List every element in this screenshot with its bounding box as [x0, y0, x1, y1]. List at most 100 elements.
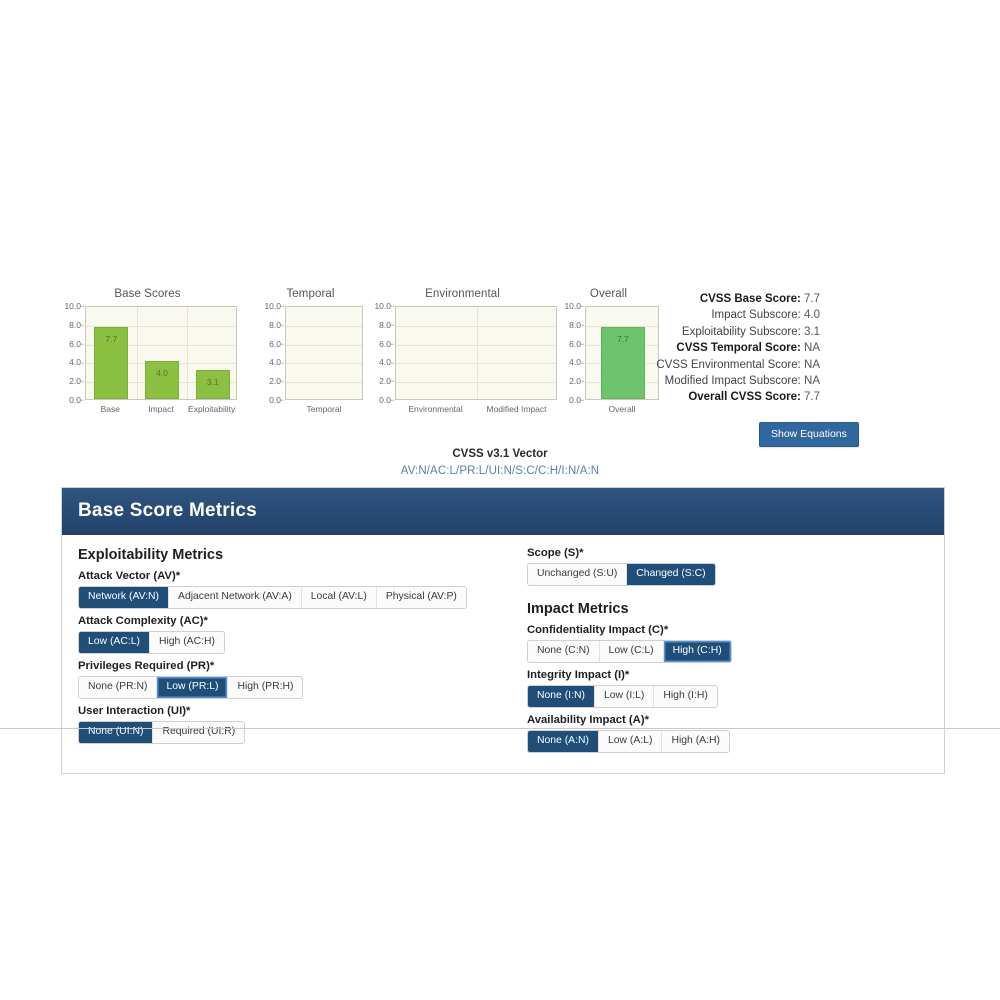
- metric-option-required-ui-r[interactable]: Required (UI:R): [153, 721, 245, 743]
- y-tick-label: 6.0: [569, 339, 584, 348]
- metric-option-none-i-n[interactable]: None (I:N): [528, 685, 595, 707]
- panel-header: Base Score Metrics: [62, 488, 944, 535]
- metric-option-adjacent-network-av-a[interactable]: Adjacent Network (AV:A): [169, 587, 302, 608]
- y-tick-label: 2.0: [269, 377, 284, 386]
- score-value: NA: [800, 375, 820, 388]
- score-row: Overall CVSS Score: 7.7: [640, 389, 820, 405]
- metric-label: Attack Vector (AV)*: [78, 570, 181, 582]
- gridline: [396, 363, 556, 365]
- vertical-gridline: [477, 307, 478, 399]
- y-tick-mark: [281, 362, 284, 364]
- metric-option-none-c-n[interactable]: None (C:N): [528, 640, 600, 662]
- y-tick-mark: [281, 343, 284, 345]
- metric-option-group: None (PR:N) Low (PR:L) High (PR:H): [78, 675, 304, 699]
- metric-option-none-a-n[interactable]: None (A:N): [528, 730, 599, 752]
- gridline: [396, 344, 556, 346]
- score-label: Impact Subscore:: [711, 309, 801, 322]
- metric-option-group: None (UI:N) Required (UI:R): [78, 720, 246, 744]
- y-tick-label: 8.0: [69, 321, 84, 330]
- y-tick-label: 6.0: [379, 339, 394, 348]
- score-label: CVSS Base Score:: [699, 293, 801, 305]
- y-tick-label: 8.0: [379, 321, 394, 330]
- score-value: NA: [800, 358, 820, 371]
- score-label: Overall CVSS Score:: [688, 391, 801, 404]
- metric-label: Availability Impact (A)*: [527, 713, 649, 726]
- metric-option-low-a-l[interactable]: Low (A:L): [598, 730, 663, 752]
- score-value: 4.0: [800, 309, 820, 322]
- score-label: CVSS Environmental Score:: [656, 358, 801, 371]
- y-tick-mark: [581, 324, 584, 326]
- gridline: [286, 382, 362, 384]
- x-tick-label: Base: [100, 404, 121, 414]
- y-tick-mark: [281, 324, 284, 326]
- chart-base-scores: Base Scores 10.0 8.0 6.0 4.0 2.0 0.0 7.7 4.0 3.1 B…: [58, 288, 237, 414]
- y-tick-label: 8.0: [269, 321, 284, 330]
- y-tick-label: 10.0: [264, 302, 284, 311]
- metric-option-low-i-l[interactable]: Low (I:L): [594, 685, 655, 707]
- x-tick-label: Exploitability: [188, 404, 236, 414]
- metric-option-none-pr-n[interactable]: None (PR:N): [79, 676, 158, 698]
- y-tick-mark: [81, 306, 84, 307]
- y-tick-mark: [581, 306, 584, 307]
- metric-option-high-pr-h[interactable]: High (PR:H): [228, 676, 303, 698]
- metric-option-changed-s-c[interactable]: Changed (S:C): [627, 564, 715, 585]
- score-value: 7.7: [800, 293, 820, 305]
- vertical-gridline: [136, 307, 138, 399]
- vertical-gridline: [187, 307, 189, 399]
- y-tick-label: 6.0: [69, 339, 84, 348]
- y-tick-label: 2.0: [569, 377, 584, 386]
- score-value: NA: [800, 342, 820, 355]
- metric-option-group: None (C:N) Low (C:L) High (C:H): [527, 639, 732, 663]
- y-tick-label: 4.0: [69, 358, 84, 367]
- y-axis: 10.0 8.0 6.0 4.0 2.0 0.0: [58, 302, 84, 404]
- y-tick-mark: [391, 362, 394, 364]
- y-tick-mark: [81, 324, 84, 326]
- x-tick-label: Environmental: [408, 404, 463, 414]
- metric-option-high-a-h[interactable]: High (A:H): [662, 730, 729, 752]
- metric-option-local-av-l[interactable]: Local (AV:L): [301, 587, 377, 608]
- cvss-vector-string[interactable]: AV:N/AC:L/PR:L/UI:N/S:C/C:H/I:N/A:N: [0, 465, 1000, 477]
- score-value: 7.7: [800, 391, 820, 404]
- y-tick-label: 4.0: [379, 358, 394, 367]
- metric-option-unchanged-s-u[interactable]: Unchanged (S:U): [528, 564, 628, 585]
- bar: 7.7: [94, 326, 129, 399]
- bar-value-label: 4.0: [156, 368, 168, 379]
- score-row: CVSS Temporal Score: NA: [640, 340, 820, 356]
- metric-label: Confidentiality Impact (C)*: [527, 623, 669, 636]
- cvss-vector-block: CVSS v3.1 Vector AV:N/AC:L/PR:L/UI:N/S:C…: [0, 448, 1000, 477]
- x-axis-labels: Overall: [585, 404, 659, 418]
- cvss-vector-title: CVSS v3.1 Vector: [452, 448, 548, 460]
- metric-option-physical-av-p[interactable]: Physical (AV:P): [376, 587, 466, 608]
- y-tick-mark: [581, 343, 584, 345]
- metric-label: Privileges Required (PR)*: [78, 659, 215, 672]
- gridline: [286, 325, 362, 327]
- gridline: [286, 344, 362, 346]
- metric-option-group: None (A:N) Low (A:L) High (A:H): [527, 729, 730, 753]
- metric-option-high-ac-h[interactable]: High (AC:H): [149, 631, 224, 653]
- section-heading-impact: Impact Metrics: [527, 600, 629, 617]
- y-tick-label: 4.0: [569, 358, 584, 367]
- metric-option-group: Unchanged (S:U) Changed (S:C): [527, 563, 716, 586]
- score-summary-list: CVSS Base Score: 7.7 Impact Subscore: 4.0…: [640, 291, 820, 406]
- metric-option-low-ac-l[interactable]: Low (AC:L): [79, 631, 150, 653]
- y-tick-mark: [81, 400, 84, 401]
- gridline: [396, 382, 556, 384]
- show-equations-button[interactable]: Show Equations: [759, 422, 859, 447]
- bar: 7.7: [601, 326, 645, 399]
- y-tick-mark: [391, 343, 394, 345]
- score-row: Impact Subscore: 4.0: [640, 307, 820, 323]
- metric-option-high-i-h[interactable]: High (I:H): [654, 685, 717, 707]
- y-tick-mark: [281, 306, 284, 307]
- chart-temporal: Temporal 10.0 8.0 6.0 4.0 2.0 0.0 Temporal: [258, 288, 363, 414]
- bar-value-label: 7.7: [617, 333, 629, 344]
- y-tick-label: 8.0: [569, 321, 584, 330]
- y-tick-mark: [81, 381, 84, 383]
- metric-option-low-pr-l[interactable]: Low (PR:L): [157, 676, 229, 698]
- y-tick-label: 10.0: [374, 302, 394, 311]
- metric-option-high-c-h[interactable]: High (C:H): [663, 640, 731, 662]
- metric-option-network-av-n[interactable]: Network (AV:N): [79, 587, 170, 608]
- metric-option-none-ui-n[interactable]: None (UI:N): [79, 721, 154, 743]
- panel-body: Exploitability Metrics Attack Vector (AV)…: [62, 535, 944, 773]
- bar-value-label: 7.7: [105, 333, 118, 344]
- metric-option-low-c-l[interactable]: Low (C:L): [599, 640, 664, 662]
